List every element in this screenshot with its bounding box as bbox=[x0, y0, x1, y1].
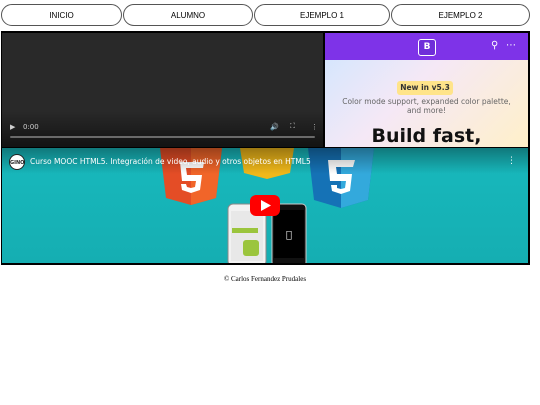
more-vertical-icon[interactable]: ⋮ bbox=[507, 156, 516, 166]
bootstrap-logo[interactable]: B bbox=[418, 39, 436, 56]
nav-alumno-button[interactable]: ALUMNO bbox=[123, 4, 253, 26]
nav-ejemplo1-button[interactable]: EJEMPLO 1 bbox=[254, 4, 390, 26]
bootstrap-embed[interactable]: B ⚲ ⋯ New in v5.3 Color mode support, ex… bbox=[325, 33, 528, 147]
youtube-video-title[interactable]: Curso MOOC HTML5. Integración de video, … bbox=[30, 157, 311, 166]
nav-ejemplo2-button[interactable]: EJEMPLO 2 bbox=[391, 4, 530, 26]
youtube-embed[interactable]:  GINO Curso MOOC HTML5. Integración de … bbox=[2, 148, 528, 263]
version-badge[interactable]: New in v5.3 bbox=[397, 81, 453, 95]
video-time: 0:00 bbox=[23, 123, 39, 131]
svg-text::  bbox=[286, 230, 292, 241]
more-vertical-icon[interactable]: ⋮ bbox=[311, 123, 318, 131]
video-player[interactable]: ▶ 0:00 🔊 ⛶ ⋮ bbox=[2, 33, 323, 147]
youtube-play-icon bbox=[250, 195, 280, 216]
channel-avatar[interactable]: GINO bbox=[9, 154, 25, 170]
video-progress-bar[interactable] bbox=[10, 136, 315, 138]
more-horizontal-icon[interactable]: ⋯ bbox=[506, 40, 516, 51]
bootstrap-subtitle: Color mode support, expanded color palet… bbox=[342, 97, 511, 115]
volume-icon[interactable]: 🔊 bbox=[270, 123, 279, 131]
nav-inicio-button[interactable]: INICIO bbox=[1, 4, 122, 26]
footer-copyright: © Carlos Fernandez Prudales bbox=[223, 275, 307, 283]
play-icon[interactable]: ▶ bbox=[10, 123, 15, 131]
fullscreen-icon[interactable]: ⛶ bbox=[290, 122, 295, 131]
bootstrap-headline: Build fast, bbox=[371, 125, 482, 147]
search-icon[interactable]: ⚲ bbox=[491, 40, 498, 51]
top-navigation: INICIO ALUMNO EJEMPLO 1 EJEMPLO 2 bbox=[0, 4, 540, 28]
